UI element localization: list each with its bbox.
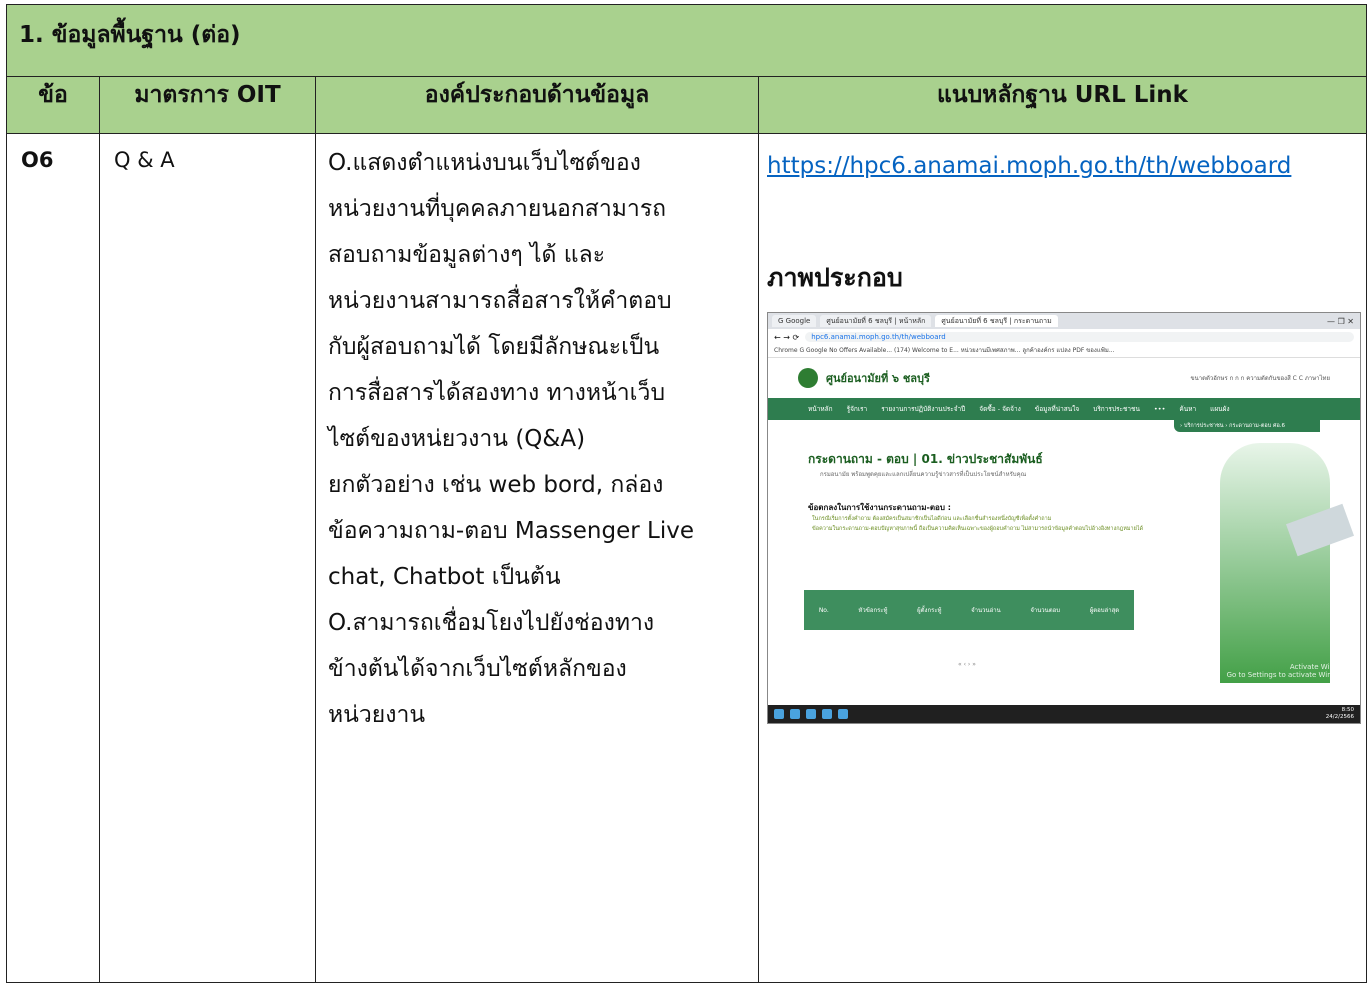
- col-header-url: แนบหลักฐาน URL Link: [758, 76, 1367, 134]
- document-page: 1. ข้อมูลพื้นฐาน (ต่อ) ข้อ มาตรการ OIT อ…: [6, 4, 1367, 983]
- element-line: ไซต์ของหน่ยวงาน (Q&A): [328, 426, 586, 452]
- browser-tab: ศูนย์อนามัยที่ 6 ชลบุรี | กระดานถาม: [935, 315, 1058, 327]
- site-nav-item: •••: [1153, 405, 1166, 413]
- grid-col: หัวข้อกระทู้: [858, 607, 888, 614]
- element-line: สอบถามข้อมูลต่างๆ ได้ และ: [328, 242, 606, 268]
- hero-person-illustration: [1220, 443, 1330, 683]
- taskbar-app-icon: [822, 709, 832, 719]
- grid-col: ผู้ตอบล่าสุด: [1089, 607, 1120, 614]
- element-line: ข้อความถาม-ตอบ Massenger Live: [328, 518, 694, 544]
- site-nav-item: รายงานการปฏิบัติงานประจำปี: [881, 405, 966, 413]
- section-title: 1. ข้อมูลพื้นฐาน (ต่อ): [6, 4, 1367, 77]
- nav-arrows-icon: ← → ⟳: [774, 332, 800, 342]
- site-nav-item: จัดซื้อ - จัดจ้าง: [979, 405, 1021, 413]
- row-number: O6: [6, 133, 100, 983]
- browser-url: hpc6.anamai.moph.go.th/th/webboard: [805, 332, 1354, 342]
- evidence-url-link[interactable]: https://hpc6.anamai.moph.go.th/th/webboa…: [767, 140, 1358, 192]
- element-line: ข้างต้นได้จากเว็บไซต์หลักของ: [328, 656, 627, 682]
- element-line: การสื่อสารได้สองทาง ทางหน้าเว็บ: [328, 380, 666, 406]
- grid-col: ผู้ตั้งกระทู้: [917, 607, 942, 614]
- activate-windows-watermark: Activate Windows Go to Settings to activ…: [1226, 663, 1352, 679]
- browser-tab: G Google: [772, 315, 817, 327]
- oit-table: 1. ข้อมูลพื้นฐาน (ต่อ) ข้อ มาตรการ OIT อ…: [6, 4, 1367, 983]
- windows-start-icon: [774, 709, 784, 719]
- grid-col: จำนวนตอบ: [1030, 607, 1061, 614]
- evidence-screenshot: G Google ศูนย์อนามัยที่ 6 ชลบุรี | หน้าห…: [767, 312, 1361, 724]
- row-measure: Q & A: [99, 133, 316, 983]
- col-header-measure: มาตรการ OIT: [99, 76, 316, 134]
- element-line: O.แสดงตำแหน่งบนเว็บไซต์ของ: [328, 150, 641, 176]
- site-nav-item: หน้าหลัก: [808, 405, 833, 413]
- site-nav-item: แผนผัง: [1210, 405, 1230, 413]
- site-nav-item: ข้อมูลที่น่าสนใจ: [1034, 405, 1080, 413]
- grid-col: No.: [818, 606, 829, 614]
- row-evidence: https://hpc6.anamai.moph.go.th/th/webboa…: [758, 133, 1367, 983]
- webboard-grid-header: No. หัวข้อกระทู้ ผู้ตั้งกระทู้ จำนวนอ่าน…: [804, 590, 1134, 630]
- taskbar-app-icon: [806, 709, 816, 719]
- col-header-no: ข้อ: [6, 76, 100, 134]
- site-nav-item: รู้จักเรา: [846, 405, 868, 413]
- window-controls-icon: — ❐ ✕: [1327, 316, 1354, 326]
- element-line: กับผู้สอบถามได้ โดยมีลักษณะเป็น: [328, 334, 660, 360]
- windows-taskbar: 8:50 24/2/2566: [768, 705, 1360, 723]
- site-accessibility-tools: ขนาดตัวอักษร ก ก ก ความตัดกันของสี C C ภ…: [1190, 375, 1330, 382]
- grid-col: จำนวนอ่าน: [971, 607, 1001, 614]
- figure-label: ภาพประกอบ: [767, 263, 903, 292]
- element-line: ยกตัวอย่าง เช่น web bord, กล่อง: [328, 472, 664, 498]
- element-line: O.สามารถเชื่อมโยงไปยังช่องทาง: [328, 610, 655, 636]
- taskbar-app-icon: [790, 709, 800, 719]
- element-line: หน่วยงานที่บุคคลภายนอกสามารถ: [328, 196, 667, 222]
- taskbar-app-icon: [838, 709, 848, 719]
- taskbar-clock: 8:50 24/2/2566: [1325, 707, 1354, 720]
- browser-tab: ศูนย์อนามัยที่ 6 ชลบุรี | หน้าหลัก: [820, 315, 932, 327]
- site-nav-item: ค้นหา: [1179, 405, 1197, 413]
- browser-address-bar: ← → ⟳ hpc6.anamai.moph.go.th/th/webboard: [768, 329, 1360, 345]
- element-line: หน่วยงาน: [328, 702, 426, 728]
- webboard-pager: « ‹ › »: [958, 661, 976, 668]
- bookmarks-bar: Chrome G Google No Offers Available... (…: [768, 345, 1360, 358]
- browser-tab-bar: G Google ศูนย์อนามัยที่ 6 ชลบุรี | หน้าห…: [768, 313, 1360, 329]
- site-nav: หน้าหลัก รู้จักเรา รายงานการปฏิบัติงานปร…: [768, 398, 1360, 420]
- department-logo-icon: [798, 368, 818, 388]
- site-breadcrumb: › บริการประชาชน › กระดานถาม-ตอบ ศอ.6: [1174, 420, 1320, 432]
- site-name: ศูนย์อนามัยที่ ๖ ชลบุรี: [826, 372, 930, 385]
- element-line: หน่วยงานสามารถสื่อสารให้คำตอบ: [328, 288, 672, 314]
- row-element-description: O.แสดงตำแหน่งบนเว็บไซต์ของ หน่วยงานที่บุ…: [315, 133, 759, 983]
- site-header: ศูนย์อนามัยที่ ๖ ชลบุรี ขนาดตัวอักษร ก ก…: [768, 358, 1360, 398]
- col-header-element: องค์ประกอบด้านข้อมูล: [315, 76, 759, 134]
- site-nav-item: บริการประชาชน: [1093, 405, 1140, 413]
- element-line: chat, Chatbot เป็นต้น: [328, 564, 561, 590]
